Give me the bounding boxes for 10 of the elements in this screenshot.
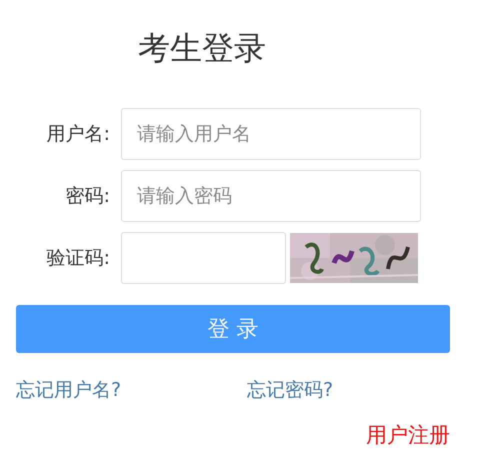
page-title: 考生登录 [138,28,267,69]
forgot-link[interactable]: 忘记密码? [247,377,478,403]
forgot-link[interactable]: 忘记用户名? [16,377,247,403]
field-label: 用户名: [46,122,111,147]
register-link[interactable]: 用户注册 [366,421,450,449]
input-field[interactable]: 请输入密码 [121,170,421,222]
login-button[interactable]: 登 录 [16,305,450,353]
field-label: 密码: [64,184,111,209]
input-field[interactable]: 请输入用户名 [121,108,421,160]
field-label: 验证码: [46,246,111,271]
